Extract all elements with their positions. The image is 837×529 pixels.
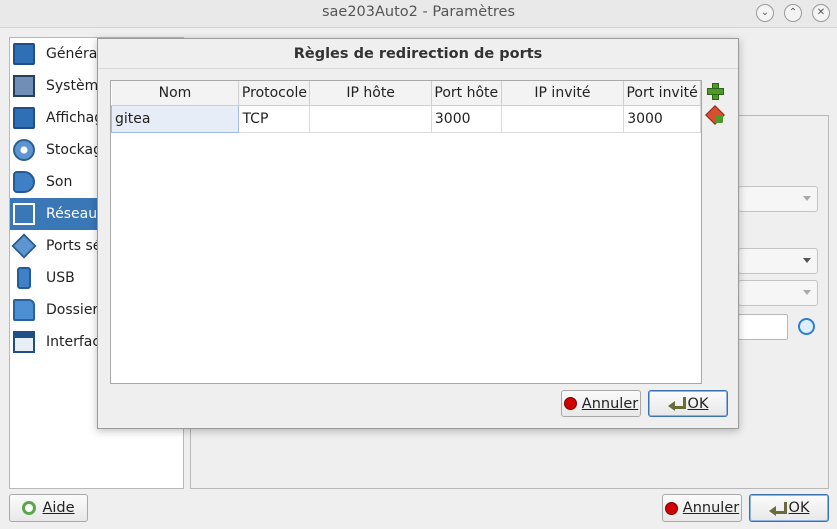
sidebar-item-label: Réseau xyxy=(46,206,98,222)
dialog-ok-button[interactable]: OK xyxy=(648,390,728,417)
column-header-guest-port[interactable]: Port invité xyxy=(623,81,701,106)
cell-protocol[interactable]: TCP xyxy=(238,105,311,133)
display-icon xyxy=(13,107,35,129)
refresh-icon[interactable] xyxy=(798,318,815,335)
cell-guest-ip[interactable] xyxy=(501,105,625,133)
chevron-down-icon xyxy=(803,196,811,201)
column-header-guest-ip[interactable]: IP invité xyxy=(501,81,625,106)
network-icon xyxy=(13,203,35,225)
sidebar-item-label: Son xyxy=(46,174,73,190)
remove-rule-icon[interactable] xyxy=(706,106,724,124)
promiscuous-mode-combo[interactable] xyxy=(738,248,818,274)
close-icon[interactable]: ✕ xyxy=(812,4,830,22)
cell-host-port[interactable]: 3000 xyxy=(431,105,502,133)
disk-icon xyxy=(13,139,35,161)
usb-icon xyxy=(17,267,31,289)
minimize-icon[interactable]: ⌄ xyxy=(756,4,774,22)
window-titlebar: sae203Auto2 - Paramètres ⌄ ⌃ ✕ xyxy=(0,0,837,28)
add-rule-icon[interactable] xyxy=(706,82,724,100)
column-header-host-port[interactable]: Port hôte xyxy=(431,81,502,106)
cancel-icon xyxy=(563,397,577,410)
help-button[interactable]: Aide xyxy=(9,494,88,522)
dialog-title: Règles de redirection de ports xyxy=(98,39,738,69)
port-forwarding-dialog: Règles de redirection de ports Nom Proto… xyxy=(97,38,739,429)
sidebar-item-label: Général xyxy=(46,46,102,62)
ui-icon xyxy=(13,331,35,353)
ok-arrow-icon xyxy=(667,397,686,411)
cancel-label: Annuler xyxy=(682,500,740,516)
mac-address-field[interactable] xyxy=(738,314,788,340)
maximize-icon[interactable]: ⌃ xyxy=(784,4,802,22)
column-header-name[interactable]: Nom xyxy=(111,81,240,106)
monitor-icon xyxy=(13,43,35,65)
help-label: Aide xyxy=(42,500,75,516)
serial-port-icon xyxy=(11,233,37,259)
dialog-cancel-label: Annuler xyxy=(581,395,639,412)
ok-arrow-icon xyxy=(768,501,787,516)
window-title: sae203Auto2 - Paramètres xyxy=(321,4,516,20)
port-forwarding-table: Nom Protocole IP hôte Port hôte IP invit… xyxy=(110,80,702,384)
column-header-host-ip[interactable]: IP hôte xyxy=(309,81,432,106)
chevron-down-icon xyxy=(803,258,811,263)
speaker-icon xyxy=(13,171,35,193)
dialog-ok-label: OK xyxy=(687,395,709,412)
help-icon xyxy=(22,501,37,515)
adapter-type-combo[interactable] xyxy=(738,186,818,212)
cancel-button[interactable]: Annuler xyxy=(662,494,742,522)
table-row[interactable]: gitea TCP 3000 3000 xyxy=(110,104,701,133)
table-header-row: Nom Protocole IP hôte Port hôte IP invit… xyxy=(111,81,701,106)
chip-icon xyxy=(13,75,35,97)
cell-host-ip[interactable] xyxy=(309,105,432,133)
cable-combo[interactable] xyxy=(738,280,818,306)
cell-guest-port[interactable]: 3000 xyxy=(623,105,701,133)
sidebar-item-label: USB xyxy=(46,270,75,286)
ok-label: OK xyxy=(788,500,810,516)
folder-icon xyxy=(13,299,35,321)
ok-button[interactable]: OK xyxy=(749,494,829,522)
cell-name[interactable]: gitea xyxy=(110,104,240,133)
dialog-cancel-button[interactable]: Annuler xyxy=(561,390,641,417)
cancel-icon xyxy=(664,501,678,515)
column-header-protocol[interactable]: Protocole xyxy=(238,81,311,106)
chevron-down-icon xyxy=(803,290,811,295)
